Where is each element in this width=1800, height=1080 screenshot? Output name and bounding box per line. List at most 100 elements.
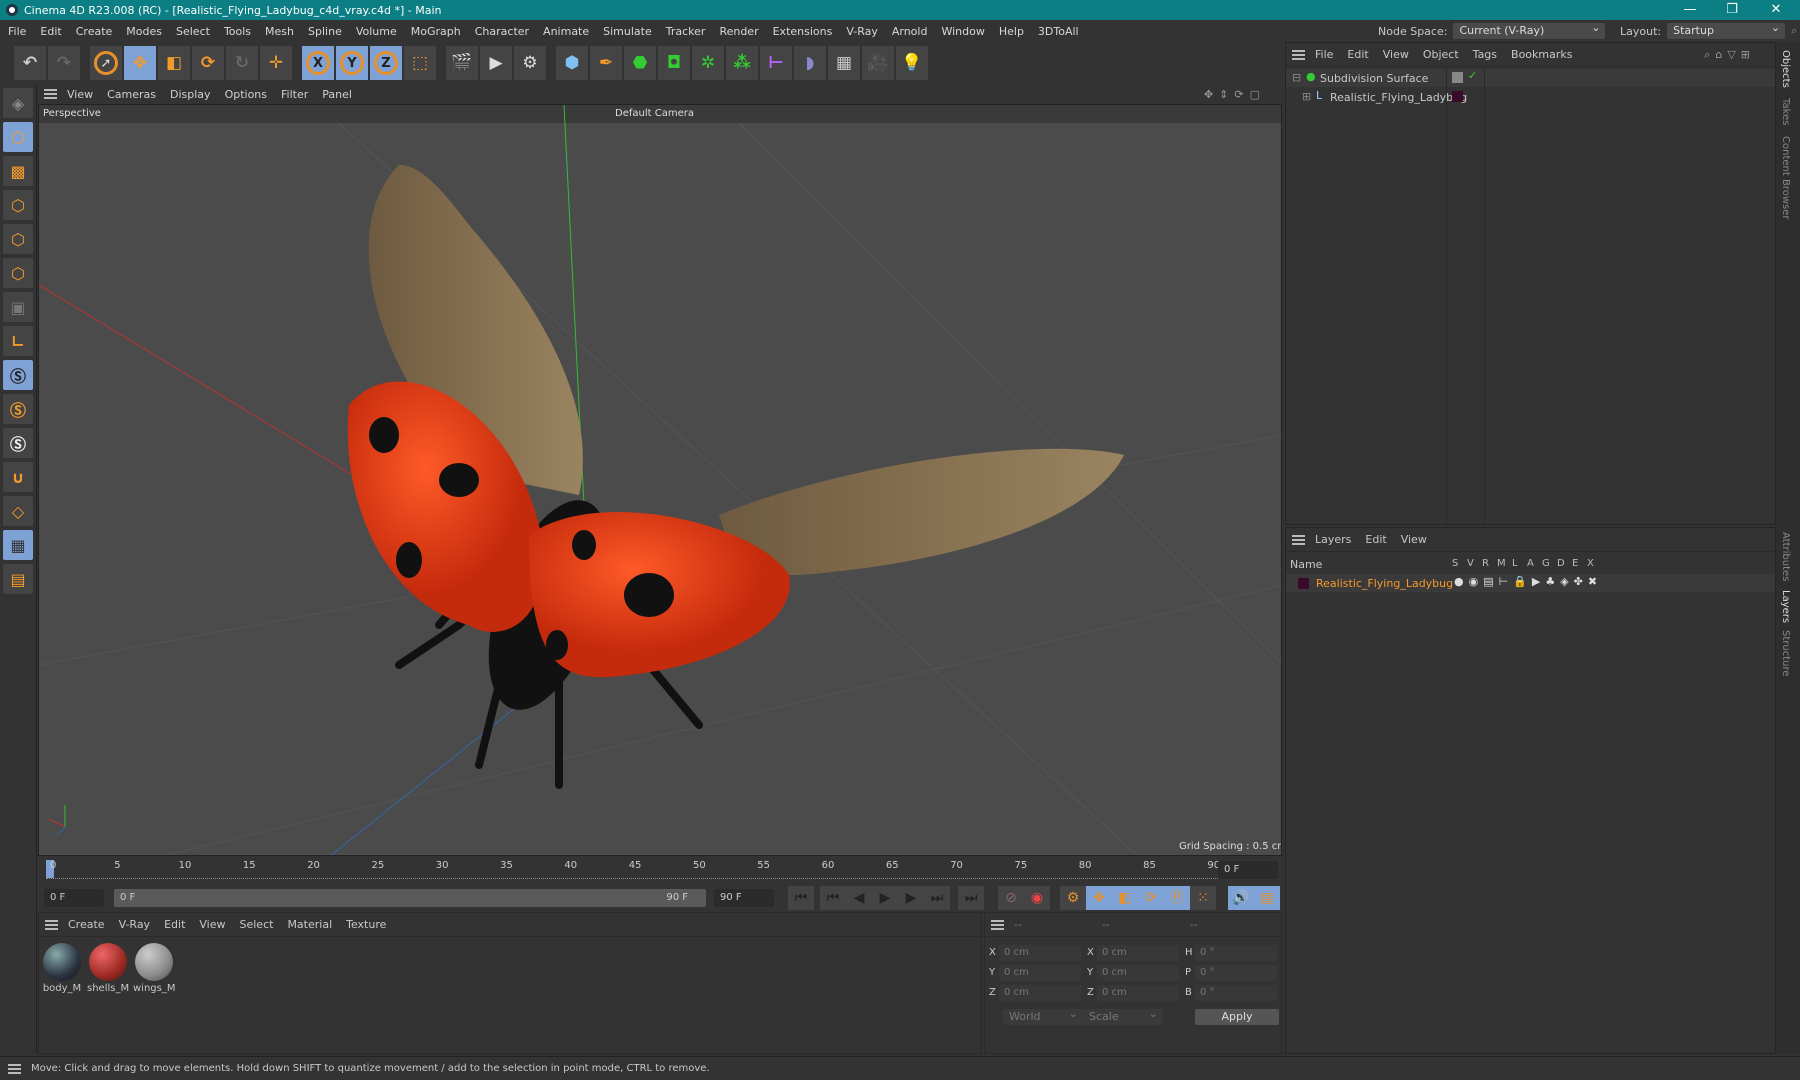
menu-animate[interactable]: Animate (543, 25, 589, 38)
material-item[interactable]: body_M (41, 941, 83, 994)
undo-button[interactable]: ↶ (14, 46, 46, 80)
editor-toggle-icon[interactable] (1452, 72, 1463, 83)
workplane-icon[interactable]: ◇ (3, 496, 33, 526)
enabled-check-icon[interactable]: ✓ (1468, 69, 1477, 82)
search-icon[interactable]: ⌕ (1791, 24, 1797, 38)
material-menu-select[interactable]: Select (240, 918, 274, 931)
coord-value-field[interactable]: 0 ° (1195, 965, 1277, 981)
transform-mode-select[interactable]: Scale (1083, 1006, 1163, 1025)
menu-window[interactable]: Window (941, 25, 984, 38)
layer-column-header[interactable]: S (1452, 558, 1467, 569)
key-pla-button[interactable]: ⁙ (1190, 886, 1216, 910)
layer-column-header[interactable]: E (1572, 558, 1587, 569)
previous-frame-button[interactable]: ◀ (846, 886, 872, 910)
coord-value-field[interactable]: 0 cm (999, 965, 1081, 981)
sound-button[interactable]: 🔊 (1228, 886, 1254, 910)
play-button[interactable]: ▶ (872, 886, 898, 910)
x-axis-button[interactable]: X (302, 46, 334, 80)
layer-color-swatch[interactable] (1452, 91, 1463, 102)
material-menu-texture[interactable]: Texture (346, 918, 386, 931)
layer-column-header[interactable]: A (1527, 558, 1542, 569)
deformer-icon[interactable]: ⊢ (760, 46, 792, 80)
minimize-button[interactable]: — (1670, 0, 1710, 20)
frame-range-slider[interactable]: 0 F 90 F (114, 889, 706, 907)
menu-modes[interactable]: Modes (126, 25, 162, 38)
cloner-icon[interactable]: ✲ (692, 46, 724, 80)
viewport-menu-cameras[interactable]: Cameras (107, 88, 156, 101)
move-tool-button[interactable]: ✥ (124, 46, 156, 80)
layer-toggle-icons[interactable]: ●◉▤⊢🔒▶♣◈✤✖ (1454, 575, 1602, 588)
end-frame-field[interactable]: 90 F (714, 889, 774, 907)
menu-icon[interactable] (1292, 534, 1305, 545)
menu-spline[interactable]: Spline (308, 25, 342, 38)
timeline-ruler[interactable]: 0 5 10 15 20 25 30 35 40 45 50 55 60 65 70 75 80 85 90 0 F (38, 856, 1282, 884)
layer-column-header[interactable]: D (1557, 558, 1572, 569)
collapse-icon[interactable]: ⊟ (1292, 71, 1301, 84)
tab-layers[interactable]: Layers (1780, 590, 1791, 623)
object-toolbar-icons[interactable]: ⌕⌂▽⊞ (1704, 48, 1755, 62)
layer-color-swatch[interactable] (1298, 578, 1309, 589)
next-frame-button[interactable]: ▶ (898, 886, 924, 910)
layer-column-header[interactable]: M (1497, 558, 1512, 569)
point-mode-icon[interactable]: ⬡ (3, 190, 33, 220)
menu-help[interactable]: Help (999, 25, 1024, 38)
menu-tracker[interactable]: Tracker (666, 25, 706, 38)
object-name[interactable]: Subdivision Surface (1320, 72, 1428, 85)
transform-button[interactable]: ✛ (260, 46, 292, 80)
layout-select[interactable]: Startup (1667, 20, 1786, 39)
3d-viewport[interactable]: Perspective Default Camera Grid Spacing … (38, 104, 1282, 856)
menu-character[interactable]: Character (475, 25, 529, 38)
material-menu-edit[interactable]: Edit (164, 918, 185, 931)
snap-icon[interactable]: Ⓢ (3, 360, 33, 390)
uv-mode-icon[interactable]: ▣ (3, 292, 33, 322)
autokey-button[interactable]: ◉ (1024, 886, 1050, 910)
menu-arnold[interactable]: Arnold (892, 25, 928, 38)
object-menu-edit[interactable]: Edit (1347, 48, 1368, 61)
lock-workplane-icon[interactable]: ▤ (3, 564, 33, 594)
layer-row[interactable]: Realistic_Flying_Ladybug ●◉▤⊢🔒▶♣◈✤✖ (1286, 574, 1775, 592)
go-to-end-button[interactable]: ⏭ (958, 886, 984, 910)
material-menu-material[interactable]: Material (287, 918, 332, 931)
grid-icon[interactable]: ▦ (3, 530, 33, 560)
extrude-icon[interactable]: ◘ (658, 46, 690, 80)
render-settings-button[interactable]: ⚙ (514, 46, 546, 80)
record-disabled-button[interactable]: ⊘ (998, 886, 1024, 910)
key-rotation-button[interactable]: ⟳ (1138, 886, 1164, 910)
layer-column-header[interactable]: L (1512, 558, 1527, 569)
go-to-start-button[interactable]: ⏮ (788, 886, 814, 910)
object-menu-view[interactable]: View (1383, 48, 1409, 61)
light-icon[interactable]: 💡 (896, 46, 928, 80)
coord-value-field[interactable]: 0 ° (1195, 945, 1277, 961)
axis-mode-icon[interactable]: ∟ (3, 326, 33, 356)
material-item[interactable]: shells_M (87, 941, 129, 994)
key-position-button[interactable]: ✥ (1086, 886, 1112, 910)
menu-edit[interactable]: Edit (40, 25, 61, 38)
coord-value-field[interactable]: 0 ° (1195, 985, 1277, 1001)
tab-takes[interactable]: Takes (1780, 98, 1791, 125)
expand-icon[interactable]: ⊞ (1302, 90, 1311, 103)
viewport-menu-panel[interactable]: Panel (322, 88, 352, 101)
tab-objects[interactable]: Objects (1780, 50, 1791, 88)
layer-name[interactable]: Realistic_Flying_Ladybug (1316, 577, 1453, 590)
select-tool-button[interactable]: ➚ (90, 46, 122, 80)
cube-icon[interactable]: ⬢ (556, 46, 588, 80)
menu-render[interactable]: Render (719, 25, 758, 38)
coordinate-system-button[interactable]: ⬚ (404, 46, 436, 80)
rotate-tool-button[interactable]: ⟳ (192, 46, 224, 80)
object-menu-object[interactable]: Object (1423, 48, 1459, 61)
polygon-mode-icon[interactable]: ⬡ (3, 258, 33, 288)
subdivision-icon[interactable]: ⬣ (624, 46, 656, 80)
menu-extensions[interactable]: Extensions (773, 25, 833, 38)
menu-icon[interactable] (991, 919, 1004, 930)
menu-icon[interactable] (8, 1063, 21, 1074)
menu-mograph[interactable]: MoGraph (411, 25, 461, 38)
menu-mesh[interactable]: Mesh (265, 25, 294, 38)
viewport-menu-view[interactable]: View (67, 88, 93, 101)
tab-attributes[interactable]: Attributes (1780, 532, 1791, 581)
layer-menu-view[interactable]: View (1401, 533, 1427, 546)
name-column-header[interactable]: Name (1290, 558, 1322, 571)
render-button[interactable]: ▶ (480, 46, 512, 80)
viewport-menu-filter[interactable]: Filter (281, 88, 308, 101)
layer-column-header[interactable]: X (1587, 558, 1602, 569)
redo-button[interactable]: ↷ (48, 46, 80, 80)
